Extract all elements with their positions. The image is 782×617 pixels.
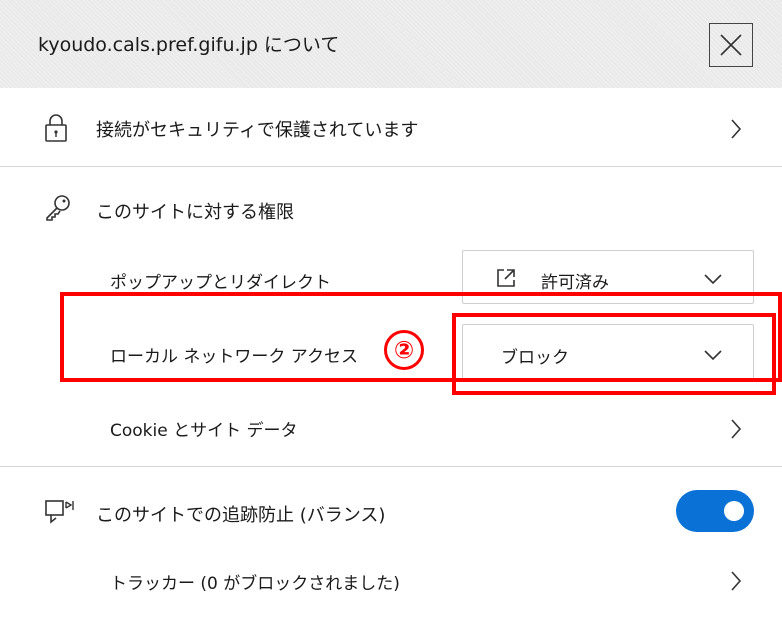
- toggle-knob: [724, 501, 744, 521]
- step-marker: ②: [384, 330, 424, 370]
- lock-icon: [45, 114, 67, 142]
- key-icon: [46, 195, 70, 221]
- tracking-prevention-icon: [45, 500, 74, 524]
- cookie-label: Cookie とサイト データ: [110, 421, 298, 441]
- divider: [0, 166, 782, 167]
- open-external-icon: [497, 269, 515, 287]
- popup-redirect-label: ポップアップとリダイレクト: [110, 273, 331, 293]
- trackers-label: トラッカー (0 がブロックされました): [110, 574, 400, 594]
- close-button[interactable]: [709, 23, 753, 67]
- chevron-right-icon: [731, 571, 742, 591]
- permissions-heading: このサイトに対する権限: [96, 202, 294, 223]
- chevron-right-icon: [731, 119, 742, 139]
- tracking-prevention-toggle[interactable]: [676, 490, 754, 532]
- highlight-box-select: [452, 313, 776, 395]
- chevron-down-icon: [704, 274, 722, 285]
- chevron-right-icon: [731, 419, 742, 439]
- tracking-prevention-label: このサイトでの追跡防止 (バランス): [96, 505, 386, 526]
- popup-redirect-value: 許可済み: [541, 273, 609, 293]
- site-info-title: kyoudo.cals.pref.gifu.jp について: [38, 34, 340, 56]
- close-icon: [720, 34, 742, 56]
- connection-label: 接続がセキュリティで保護されています: [96, 120, 419, 141]
- divider: [0, 466, 782, 467]
